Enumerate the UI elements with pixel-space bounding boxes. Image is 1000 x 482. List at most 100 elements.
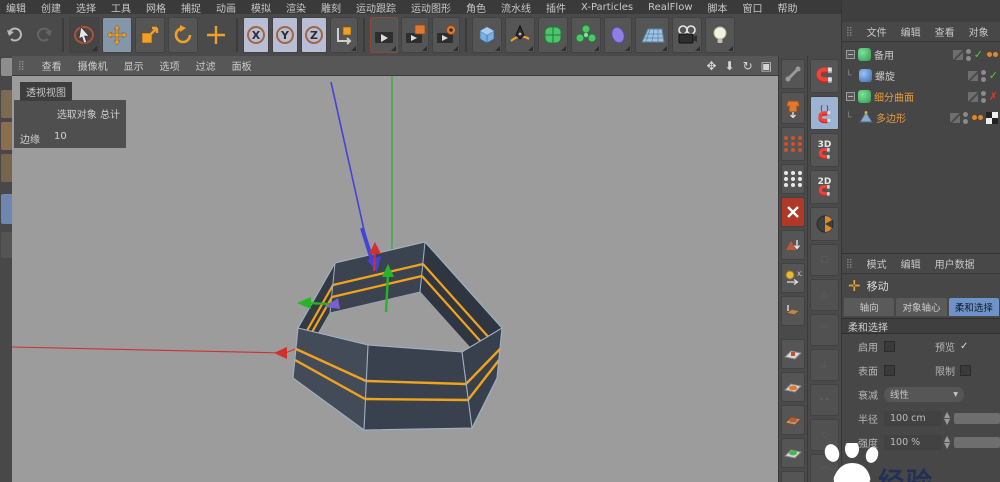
snap-option-disabled-1[interactable]: ▢ [810, 244, 839, 276]
layer-toggle[interactable] [950, 112, 960, 123]
maximize-view-icon[interactable]: ▣ [761, 59, 772, 73]
menu-character[interactable]: 角色 [466, 0, 486, 15]
visibility-dots[interactable] [980, 90, 986, 103]
pan-view-icon[interactable]: ✥ [706, 59, 716, 73]
viewport-canvas[interactable]: 透视视图 选取对象 总计 边缘 10 [12, 76, 778, 482]
redo-button[interactable] [31, 17, 57, 53]
undo-button[interactable] [2, 17, 28, 53]
enable-snap-tile[interactable]: 🧲 [810, 59, 839, 93]
z-axis-lock-button[interactable]: Z [301, 17, 327, 53]
spinner-icon[interactable]: ▲ ▼ [944, 411, 950, 426]
preview-check-icon[interactable]: ✓ [960, 341, 968, 352]
mode-tile-2[interactable] [1, 90, 12, 118]
snap-2d-tile[interactable]: 2D 🧲 [810, 170, 839, 204]
enable-check-icon[interactable]: ✓ [989, 69, 998, 82]
tab-axis[interactable]: 轴向 [844, 298, 895, 316]
om-menu-objects[interactable]: 对象 [969, 24, 989, 39]
expander-icon[interactable]: − [846, 92, 855, 101]
field-button[interactable] [604, 17, 632, 53]
snap-option-disabled-4[interactable]: ⊥ [810, 349, 839, 381]
last-tool-button[interactable] [201, 17, 231, 53]
menu-animate[interactable]: 动画 [216, 0, 236, 15]
snap-plane-tile-2[interactable] [781, 372, 805, 402]
menu-help[interactable]: 帮助 [778, 0, 798, 15]
strength-input[interactable]: 100 % [884, 434, 942, 450]
menu-xparticles[interactable]: X-Particles [581, 2, 633, 13]
visibility-dots[interactable] [963, 111, 968, 124]
object-name-selected[interactable]: 细分曲面 [874, 89, 914, 104]
object-name-selected[interactable]: 多边形 [876, 110, 906, 125]
quantize-tile[interactable] [810, 207, 839, 241]
section-header[interactable]: 柔和选择 [842, 318, 1000, 334]
menu-realflow[interactable]: RealFlow [648, 2, 692, 13]
mode-tile-4[interactable] [1, 154, 12, 182]
palette-grip-icon[interactable]: ⣿ [846, 259, 853, 269]
vp-menu-cameras[interactable]: 摄像机 [78, 58, 108, 73]
am-menu-mode[interactable]: 模式 [867, 256, 887, 271]
object-row-subdivision[interactable]: − 细分曲面 ✗ [842, 86, 1000, 107]
zoom-view-icon[interactable]: ⬇ [725, 59, 735, 73]
coordinates-tile[interactable]: XZ [781, 263, 805, 293]
delete-tile[interactable] [781, 197, 805, 227]
mode-tile-1[interactable] [1, 58, 12, 76]
layer-toggle[interactable] [967, 91, 978, 102]
snap-option-disabled-2[interactable]: △ [810, 279, 839, 311]
am-menu-userdata[interactable]: 用户数据 [935, 256, 975, 271]
snap-option-disabled-5[interactable]: ∙∙ [810, 384, 839, 416]
am-menu-edit[interactable]: 编辑 [901, 256, 921, 271]
palette-grip-icon[interactable]: ⣿ [846, 27, 853, 37]
object-row-helix[interactable]: └ 螺旋 ✓ [842, 65, 1000, 86]
snap-plane-tile-4[interactable] [781, 438, 805, 468]
cloth-tool-tile[interactable] [781, 92, 805, 124]
om-menu-file[interactable]: 文件 [867, 24, 887, 39]
spinner-icon[interactable]: ▲ ▼ [944, 435, 950, 450]
layer-toggle[interactable] [967, 70, 978, 81]
radius-slider[interactable] [954, 412, 1000, 424]
vp-menu-options[interactable]: 选项 [160, 58, 180, 73]
live-selection-button[interactable] [69, 17, 99, 53]
object-name[interactable]: 备用 [874, 47, 894, 62]
render-view-button[interactable] [370, 17, 398, 53]
polygon-selection-tag-icon[interactable] [986, 111, 998, 124]
menu-plugins[interactable]: 插件 [546, 0, 566, 15]
menu-create[interactable]: 创建 [41, 0, 61, 15]
mode-tile-active[interactable] [1, 194, 12, 224]
spline-pen-button[interactable] [505, 17, 535, 53]
menu-window[interactable]: 窗口 [743, 0, 763, 15]
enable-checkbox[interactable] [884, 340, 895, 352]
expander-icon[interactable]: − [846, 50, 855, 59]
add-cube-button[interactable] [472, 17, 502, 53]
menu-select[interactable]: 选择 [76, 0, 96, 15]
scale-tool-button[interactable] [135, 17, 165, 53]
auto-snap-tile[interactable]: ( ) 🧲 [810, 96, 839, 130]
menu-mesh[interactable]: 网格 [146, 0, 166, 15]
snap-plane-tile-3[interactable] [781, 405, 805, 435]
surface-checkbox[interactable] [884, 364, 895, 376]
object-name[interactable]: 螺旋 [875, 68, 895, 83]
om-menu-view[interactable]: 查看 [935, 24, 955, 39]
rotate-view-icon[interactable]: ↻ [743, 59, 753, 73]
menu-sculpt[interactable]: 雕刻 [321, 0, 341, 15]
white-points-tile[interactable] [781, 164, 805, 194]
visibility-dots[interactable] [980, 69, 986, 82]
vp-menu-display[interactable]: 显示 [124, 58, 144, 73]
snap-option-disabled-3[interactable]: ◠ [810, 314, 839, 346]
vp-menu-filter[interactable]: 过滤 [196, 58, 216, 73]
menu-snap[interactable]: 捕捉 [181, 0, 201, 15]
mode-tile-6[interactable] [1, 232, 12, 258]
menu-edit[interactable]: 编辑 [6, 0, 26, 15]
camera-button[interactable] [672, 17, 702, 53]
y-axis-lock-button[interactable]: Y [272, 17, 298, 53]
object-row-polygon[interactable]: └ 多边形 [842, 107, 1000, 128]
menu-simulate[interactable]: 模拟 [251, 0, 271, 15]
render-picture-viewer-button[interactable] [401, 17, 429, 53]
floor-button[interactable] [635, 17, 669, 53]
render-settings-button[interactable] [432, 17, 460, 53]
point-tag-icon[interactable] [971, 112, 983, 123]
snap-plane-tile-1[interactable] [781, 339, 805, 369]
menu-mograph[interactable]: 运动图形 [411, 0, 451, 15]
vp-menu-panel[interactable]: 面板 [232, 58, 252, 73]
coordinate-system-button[interactable] [330, 17, 358, 53]
subdivision-surface-button[interactable] [538, 17, 568, 53]
menu-script[interactable]: 脚本 [708, 0, 728, 15]
